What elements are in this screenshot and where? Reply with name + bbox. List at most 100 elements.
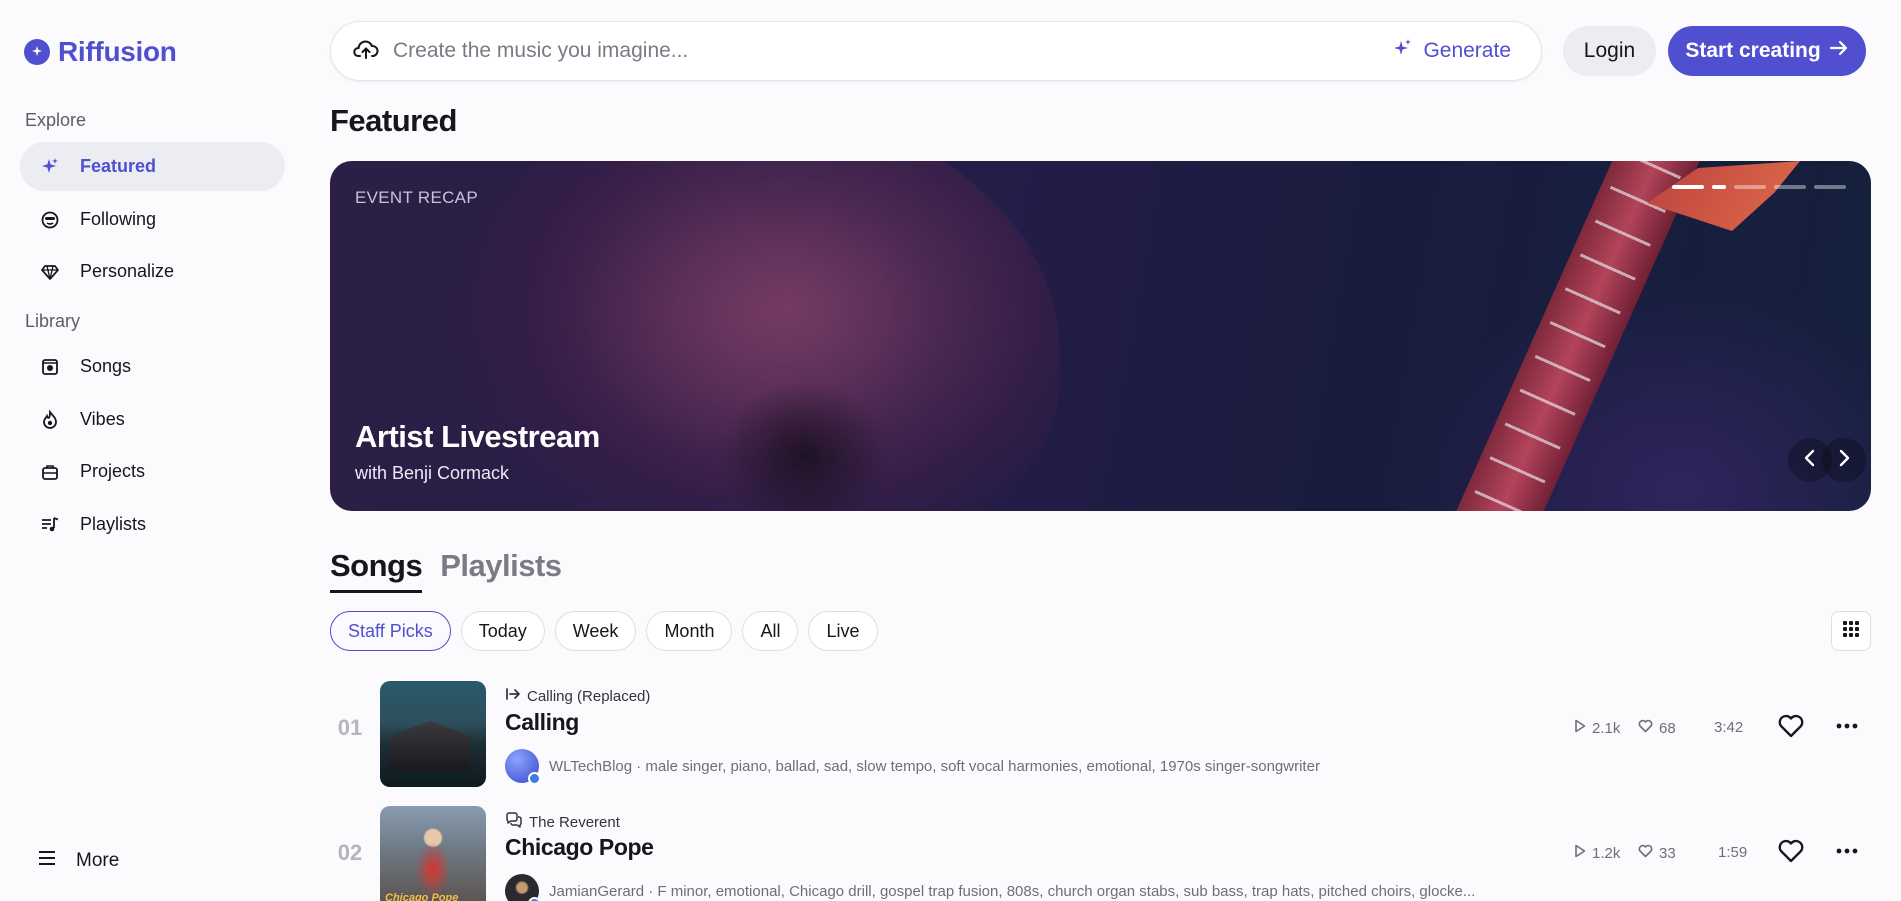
- generate-button[interactable]: Generate: [1393, 38, 1511, 64]
- like-count-value: 68: [1659, 719, 1676, 737]
- carousel-dot-active[interactable]: [1712, 185, 1726, 189]
- sparkle-icon: [40, 157, 60, 177]
- filter-week[interactable]: Week: [554, 611, 637, 651]
- heart-small-icon: [1638, 844, 1653, 862]
- upload-cloud-icon[interactable]: [353, 38, 379, 65]
- start-creating-button[interactable]: Start creating: [1668, 26, 1866, 76]
- flame-icon: [40, 409, 60, 430]
- more-horizontal-icon: [1834, 848, 1860, 868]
- more-label: More: [76, 850, 120, 871]
- play-count-value: 2.1k: [1592, 719, 1621, 737]
- prompt-search-bar: Generate: [330, 21, 1542, 81]
- more-menu-button[interactable]: More: [38, 850, 119, 872]
- sidebar-item-vibes[interactable]: Vibes: [20, 395, 285, 444]
- start-creating-label: Start creating: [1685, 39, 1821, 62]
- play-icon: [1574, 844, 1586, 862]
- prompt-input[interactable]: [393, 39, 1394, 63]
- sidebar-item-featured[interactable]: Featured: [20, 142, 285, 191]
- song-duration: 1:59: [1718, 844, 1748, 861]
- play-count-value: 1.2k: [1592, 844, 1621, 862]
- explore-label: Explore: [25, 110, 87, 130]
- like-count: 68: [1638, 719, 1676, 737]
- hero-tag: EVENT RECAP: [355, 188, 478, 207]
- filter-chips: Staff Picks Today Week Month All Live: [330, 611, 878, 651]
- play-count: 2.1k: [1574, 719, 1620, 737]
- verified-badge-icon: [528, 897, 541, 901]
- sidebar-item-label: Featured: [80, 156, 157, 176]
- replace-icon: [505, 687, 521, 705]
- like-count: 33: [1638, 844, 1676, 862]
- sidebar: Riffusion Explore Featured Following Per…: [0, 0, 300, 901]
- like-button[interactable]: [1777, 713, 1805, 744]
- song-row[interactable]: 02 Chicago Pope The Reverent Chicago Pop…: [330, 806, 1871, 901]
- sidebar-item-songs[interactable]: Songs: [20, 342, 285, 391]
- filter-all[interactable]: All: [742, 611, 799, 651]
- song-source-label: The Reverent: [529, 813, 620, 831]
- heart-small-icon: [1638, 719, 1653, 737]
- library-label: Library: [25, 311, 81, 331]
- song-cover[interactable]: Chicago Pope: [380, 806, 486, 901]
- song-options-button[interactable]: [1834, 838, 1860, 869]
- song-options-button[interactable]: [1834, 713, 1860, 744]
- sidebar-item-label: Personalize: [80, 261, 175, 281]
- like-button[interactable]: [1777, 838, 1805, 869]
- smiley-icon: [40, 210, 60, 230]
- tab-songs[interactable]: Songs: [330, 548, 423, 593]
- hero-subtitle: with Benji Cormack: [355, 463, 510, 483]
- song-meta-text: WLTechBlog · male singer, piano, ballad,…: [549, 757, 1320, 775]
- heart-icon: [1777, 839, 1805, 868]
- carousel-dot[interactable]: [1774, 185, 1806, 189]
- grid-view-button[interactable]: [1831, 611, 1871, 651]
- filter-live[interactable]: Live: [808, 611, 878, 651]
- app-name: Riffusion: [58, 36, 177, 67]
- grid-icon: [1842, 620, 1860, 643]
- chat-icon: [505, 812, 523, 832]
- sidebar-item-following[interactable]: Following: [20, 195, 285, 244]
- filter-today[interactable]: Today: [460, 611, 545, 651]
- sidebar-item-playlists[interactable]: Playlists: [20, 500, 285, 549]
- sidebar-item-label: Following: [80, 209, 157, 229]
- carousel-next-button[interactable]: [1822, 438, 1866, 482]
- logo-icon: [24, 39, 50, 65]
- content-tabs: Songs Playlists: [330, 548, 562, 593]
- chevron-right-icon: [1837, 449, 1851, 472]
- sidebar-item-label: Songs: [80, 356, 132, 376]
- featured-heading: Featured: [330, 103, 457, 138]
- avatar[interactable]: [505, 749, 541, 783]
- carousel-dot[interactable]: [1814, 185, 1846, 189]
- generate-label: Generate: [1423, 39, 1511, 62]
- play-icon: [1574, 719, 1586, 737]
- sparkle-icon: [1393, 38, 1413, 64]
- briefcase-icon: [40, 462, 60, 482]
- sidebar-item-projects[interactable]: Projects: [20, 447, 285, 496]
- record-icon: [40, 357, 60, 377]
- heart-icon: [1777, 714, 1805, 743]
- verified-badge-icon: [528, 772, 541, 783]
- song-cover[interactable]: [380, 681, 486, 787]
- login-button[interactable]: Login: [1563, 26, 1656, 76]
- song-row[interactable]: 01 Calling (Replaced) Calling WLTechBlog…: [330, 681, 1871, 791]
- carousel-dot[interactable]: [1734, 185, 1766, 189]
- chevron-left-icon: [1803, 449, 1817, 472]
- song-duration: 3:42: [1714, 719, 1744, 736]
- song-title[interactable]: Chicago Pope: [505, 834, 654, 861]
- carousel-dot[interactable]: [1672, 185, 1704, 189]
- song-source[interactable]: Calling (Replaced): [505, 687, 650, 705]
- song-meta-text: JamianGerard · F minor, emotional, Chica…: [549, 882, 1476, 900]
- song-rank: 01: [337, 715, 363, 740]
- hero-title: Artist Livestream: [355, 419, 600, 454]
- song-title[interactable]: Calling: [505, 709, 579, 736]
- sidebar-item-personalize[interactable]: Personalize: [20, 247, 285, 296]
- filter-month[interactable]: Month: [646, 611, 733, 651]
- song-meta: WLTechBlog · male singer, piano, ballad,…: [505, 749, 1320, 783]
- featured-hero-banner[interactable]: EVENT RECAP Artist Livestream with Benji…: [330, 161, 1871, 511]
- avatar[interactable]: [505, 874, 541, 901]
- sidebar-item-label: Playlists: [80, 514, 147, 534]
- song-meta: JamianGerard · F minor, emotional, Chica…: [505, 874, 1475, 901]
- filter-staff-picks[interactable]: Staff Picks: [330, 611, 451, 651]
- riffusion-logo[interactable]: Riffusion: [24, 36, 177, 68]
- sidebar-item-label: Projects: [80, 461, 146, 481]
- song-source[interactable]: The Reverent: [505, 812, 620, 832]
- tab-playlists[interactable]: Playlists: [440, 548, 562, 593]
- sidebar-item-label: Vibes: [80, 409, 125, 429]
